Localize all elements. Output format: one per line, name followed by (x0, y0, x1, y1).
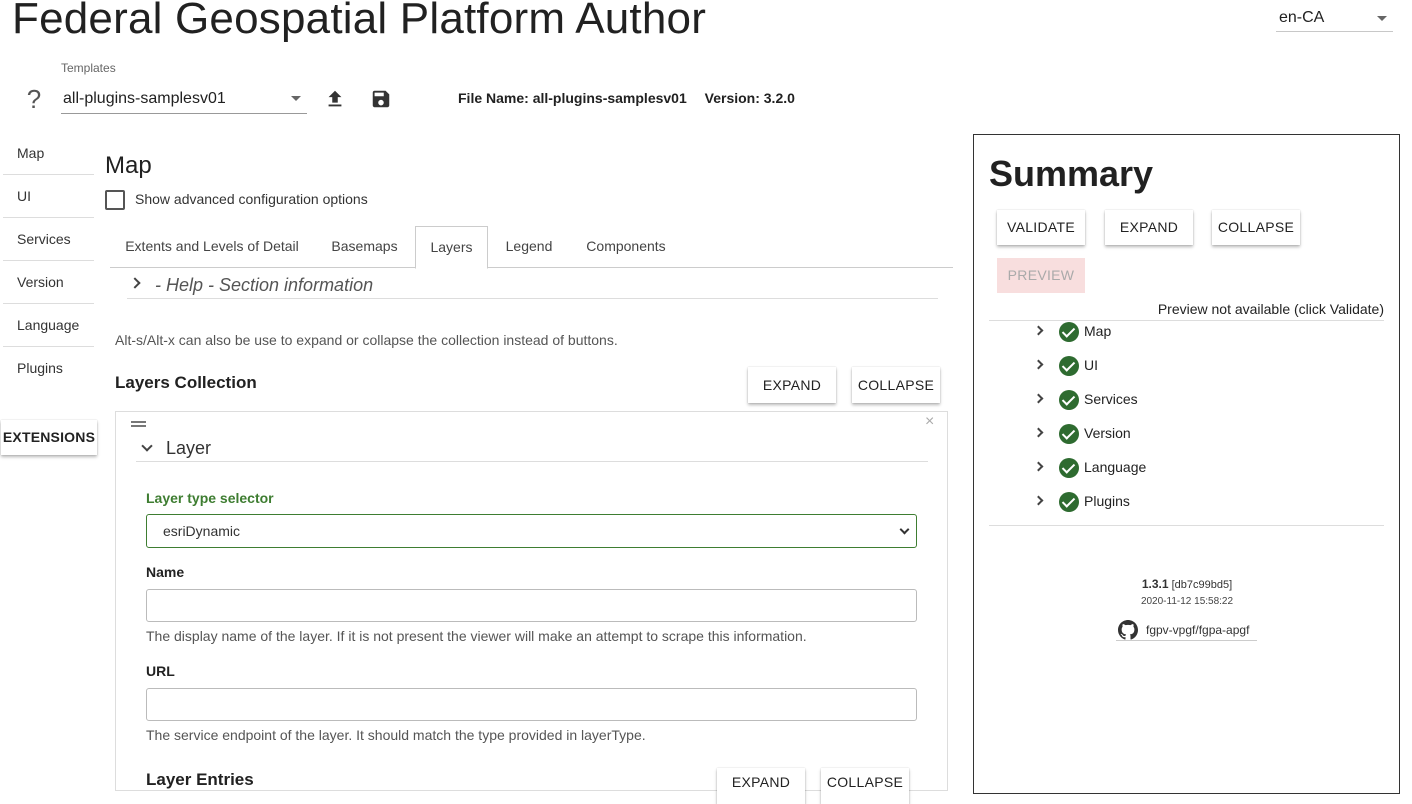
layers-collection-title: Layers Collection (115, 373, 257, 392)
summary-item-language[interactable]: Language (1030, 455, 1330, 481)
entries-expand-button[interactable]: EXPAND (717, 768, 805, 804)
close-icon[interactable]: × (925, 413, 934, 431)
summary-item-map[interactable]: Map (1030, 319, 1330, 345)
template-value: all-plugins-samplesv01 (63, 90, 226, 107)
sidebar-item-ui[interactable]: UI (3, 175, 94, 218)
file-info: File Name: all-plugins-samplesv01 Versio… (458, 90, 809, 106)
app-version: 1.3.1 [db7c99bd5] (1050, 577, 1324, 591)
summary-item-plugins[interactable]: Plugins (1030, 489, 1330, 515)
github-icon (1118, 620, 1138, 640)
check-circle-icon (1059, 424, 1079, 444)
summary-item-ui[interactable]: UI (1030, 353, 1330, 379)
language-select[interactable]: en-CA (1276, 4, 1393, 32)
help-section-label: - Help - Section information (155, 275, 374, 295)
sidebar-item-services[interactable]: Services (3, 218, 94, 261)
chevron-right-icon (1033, 393, 1044, 404)
summary-item-label: Map (1084, 323, 1112, 339)
check-circle-icon (1059, 322, 1079, 342)
tab-basemaps[interactable]: Basemaps (316, 226, 413, 268)
url-label: URL (146, 663, 175, 679)
layer-type-value: esriDynamic (163, 523, 241, 539)
tab-legend[interactable]: Legend (490, 226, 568, 268)
sidebar-item-plugins[interactable]: Plugins (3, 347, 94, 390)
commit-hash: [db7c99bd5] (1171, 579, 1233, 591)
summary-item-label: Plugins (1084, 493, 1130, 509)
chevron-right-icon (1033, 325, 1044, 336)
build-date: 2020-11-12 15:58:22 (1140, 596, 1234, 607)
summary-item-label: UI (1084, 357, 1098, 373)
chevron-right-icon (1033, 427, 1044, 438)
chevron-right-icon (1033, 359, 1044, 370)
summary-item-label: Version (1084, 425, 1131, 441)
help-section-toggle[interactable]: - Help - Section information (127, 274, 938, 299)
tab-extents[interactable]: Extents and Levels of Detail (110, 226, 314, 268)
extensions-button[interactable]: EXTENSIONS (1, 420, 97, 455)
app-title: Federal Geospatial Platform Author (12, 0, 707, 43)
tab-bar: Extents and Levels of Detail Basemaps La… (110, 226, 953, 269)
summary-expand-button[interactable]: EXPAND (1105, 210, 1193, 245)
layers-expand-button[interactable]: EXPAND (748, 367, 836, 403)
chevron-down-icon (899, 524, 910, 535)
check-circle-icon (1059, 390, 1079, 410)
layer-type-select[interactable]: esriDynamic (146, 514, 917, 548)
drag-handle-icon[interactable] (131, 421, 146, 427)
summary-item-version[interactable]: Version (1030, 421, 1330, 447)
validate-button[interactable]: VALIDATE (997, 210, 1085, 245)
template-select[interactable]: all-plugins-samplesv01 (61, 84, 307, 114)
layer-header-label: Layer (166, 438, 212, 458)
file-version: Version: 3.2.0 (704, 90, 795, 106)
preview-button[interactable]: PREVIEW (997, 258, 1085, 293)
layer-header-toggle[interactable]: Layer (136, 437, 928, 462)
tab-layers[interactable]: Layers (415, 226, 488, 269)
summary-item-label: Services (1084, 391, 1138, 407)
divider (989, 525, 1384, 526)
summary-item-label: Language (1084, 459, 1147, 475)
upload-icon[interactable] (324, 88, 346, 110)
repo-link[interactable]: fgpv-vpgf/fgpa-apgf (1116, 619, 1257, 641)
check-circle-icon (1059, 356, 1079, 376)
templates-label: Templates (61, 61, 116, 75)
page-title: Map (105, 152, 152, 179)
language-value: en-CA (1279, 9, 1325, 26)
chevron-down-icon (1377, 16, 1387, 21)
chevron-right-icon (1033, 495, 1044, 506)
repo-link-label: fgpv-vpgf/fgpa-apgf (1146, 623, 1250, 637)
sidebar-item-map[interactable]: Map (3, 132, 94, 175)
keyboard-hint: Alt-s/Alt-x can also be use to expand or… (115, 332, 618, 348)
sidebar-item-language[interactable]: Language (3, 304, 94, 347)
check-circle-icon (1059, 458, 1079, 478)
tab-components[interactable]: Components (570, 226, 682, 268)
check-circle-icon (1059, 492, 1079, 512)
summary-item-services[interactable]: Services (1030, 387, 1330, 413)
chevron-down-icon (141, 440, 153, 452)
version-number: 1.3.1 (1141, 577, 1169, 591)
chevron-down-icon (291, 96, 301, 101)
name-label: Name (146, 564, 185, 580)
entries-collapse-button[interactable]: COLLAPSE (821, 768, 909, 804)
preview-note: Preview not available (click Validate) (1157, 301, 1384, 317)
sidebar-item-version[interactable]: Version (3, 261, 94, 304)
advanced-options-label[interactable]: Show advanced configuration options (135, 191, 368, 207)
name-help-text: The display name of the layer. If it is … (146, 628, 807, 644)
layer-entries-title: Layer Entries (146, 770, 254, 789)
file-name: File Name: all-plugins-samplesv01 (458, 90, 687, 106)
url-input[interactable] (146, 688, 917, 721)
help-icon[interactable]: ? (24, 84, 44, 115)
save-icon[interactable] (370, 88, 392, 110)
summary-collapse-button[interactable]: COLLAPSE (1212, 210, 1300, 245)
name-input[interactable] (146, 589, 917, 622)
layer-type-label: Layer type selector (146, 490, 274, 506)
url-help-text: The service endpoint of the layer. It sh… (146, 727, 646, 743)
summary-title: Summary (989, 153, 1154, 194)
layers-collapse-button[interactable]: COLLAPSE (852, 367, 940, 403)
chevron-right-icon (1033, 461, 1044, 472)
chevron-right-icon (129, 277, 141, 289)
advanced-options-checkbox[interactable] (105, 190, 125, 210)
